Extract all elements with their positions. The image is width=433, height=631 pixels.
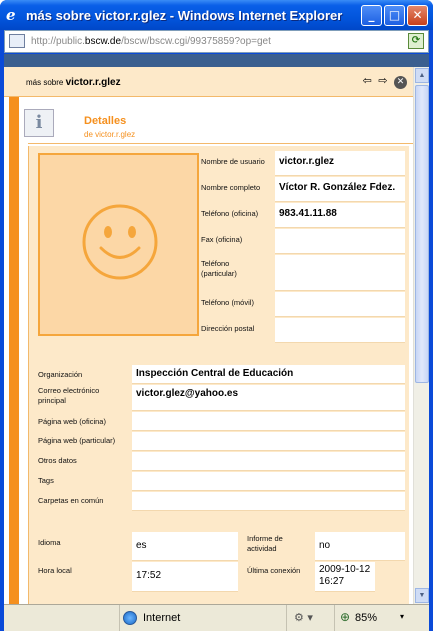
value-web-office — [132, 412, 405, 431]
protected-mode-icon[interactable]: ⚙ ▾ — [294, 611, 313, 624]
zoom-dropdown-icon[interactable]: ▾ — [400, 612, 404, 621]
value-postal-address — [275, 318, 405, 343]
label-language: Idioma — [38, 538, 61, 547]
scroll-up-icon[interactable]: ▲ — [415, 68, 429, 83]
page-content: más sobre victor.r.glez ⇦ ⇨ ✕ i Detalles… — [4, 54, 429, 604]
details-panel: Nombre de usuario victor.r.glez Nombre c… — [28, 146, 409, 604]
value-phone-home — [275, 255, 405, 291]
value-other-data — [132, 452, 405, 471]
divider — [28, 143, 413, 144]
details-subtitle: de victor.r.glez — [84, 130, 136, 139]
value-last-login: 2009-10-12 16:27 — [315, 562, 375, 592]
info-icon: i — [24, 109, 54, 137]
address-host: bscw.de — [84, 36, 122, 47]
value-tags — [132, 472, 405, 491]
value-activity-report: no — [315, 532, 405, 561]
ie-logo-icon: e — [6, 6, 16, 24]
label-local-time: Hora local — [38, 566, 72, 575]
left-accent-bar — [9, 97, 19, 604]
zoom-level[interactable]: 85% — [355, 612, 377, 624]
value-web-home — [132, 432, 405, 451]
avatar — [38, 153, 199, 336]
value-common-folders — [132, 492, 405, 511]
close-window-button[interactable]: ✕ — [407, 5, 428, 26]
value-local-time: 17:52 — [132, 562, 238, 592]
label-email: Correo electrónico principal — [38, 386, 100, 405]
label-last-login: Última conexión — [247, 566, 301, 575]
status-bar: Internet ⚙ ▾ ⊕ 85% ▾ — [4, 604, 429, 631]
label-fullname: Nombre completo — [201, 183, 261, 192]
smiley-icon — [82, 204, 158, 280]
value-email[interactable]: victor.glez@yahoo.es — [132, 385, 405, 411]
back-arrow-icon[interactable]: ⇦ — [363, 74, 372, 87]
rss-feed-icon[interactable]: ⟳ — [408, 33, 424, 49]
label-postal-address: Dirección postal — [201, 324, 255, 333]
value-phone-mobile — [275, 292, 405, 317]
value-fullname: Víctor R. González Fdez. — [275, 177, 405, 202]
address-bar[interactable]: http://public.bscw.de/bscw/bscw.cgi/9937… — [4, 30, 429, 53]
value-username: victor.r.glez — [275, 151, 405, 176]
title-bar[interactable]: e más sobre victor.r.glez - Windows Inte… — [0, 0, 433, 30]
top-bar — [4, 54, 429, 67]
value-phone-office: 983.41.11.88 — [275, 203, 405, 228]
scroll-thumb[interactable] — [415, 85, 429, 383]
label-phone-mobile: Teléfono (móvil) — [201, 298, 254, 307]
label-tags: Tags — [38, 476, 54, 485]
label-web-office: Página web (oficina) — [38, 417, 106, 426]
scroll-down-icon[interactable]: ▼ — [415, 588, 429, 603]
value-language: es — [132, 532, 238, 561]
minimize-button[interactable]: _ — [361, 5, 382, 26]
value-organization: Inspección Central de Educación — [132, 365, 405, 384]
details-title: Detalles — [84, 115, 127, 127]
browser-window: e más sobre victor.r.glez - Windows Inte… — [0, 0, 433, 631]
label-web-home: Página web (particular) — [38, 436, 116, 445]
globe-icon — [123, 611, 137, 625]
forward-arrow-icon[interactable]: ⇨ — [378, 74, 387, 87]
zoom-icon[interactable]: ⊕ — [340, 610, 350, 624]
label-organization: Organización — [38, 370, 83, 379]
label-common-folders: Carpetas en común — [38, 496, 104, 505]
zone-label: Internet — [143, 612, 181, 624]
header-label: más sobre victor.r.glez — [26, 77, 121, 88]
value-fax-office — [275, 229, 405, 254]
label-phone-office: Teléfono (oficina) — [201, 209, 259, 218]
header-strip: más sobre victor.r.glez ⇦ ⇨ ✕ — [4, 67, 413, 97]
label-username: Nombre de usuario — [201, 157, 265, 166]
address-url[interactable]: http://public.bscw.de/bscw/bscw.cgi/9937… — [31, 36, 271, 47]
label-activity-report: Informe de actividad — [247, 534, 283, 553]
window-title: más sobre victor.r.glez - Windows Intern… — [26, 8, 343, 23]
label-phone-home: Teléfono (particular) — [201, 259, 237, 278]
label-other-data: Otros datos — [38, 456, 77, 465]
close-icon[interactable]: ✕ — [394, 76, 407, 89]
maximize-button[interactable]: □ — [384, 5, 405, 26]
label-fax-office: Fax (oficina) — [201, 235, 243, 244]
vertical-scrollbar[interactable]: ▲ ▼ — [413, 67, 429, 604]
page-icon — [9, 34, 25, 48]
